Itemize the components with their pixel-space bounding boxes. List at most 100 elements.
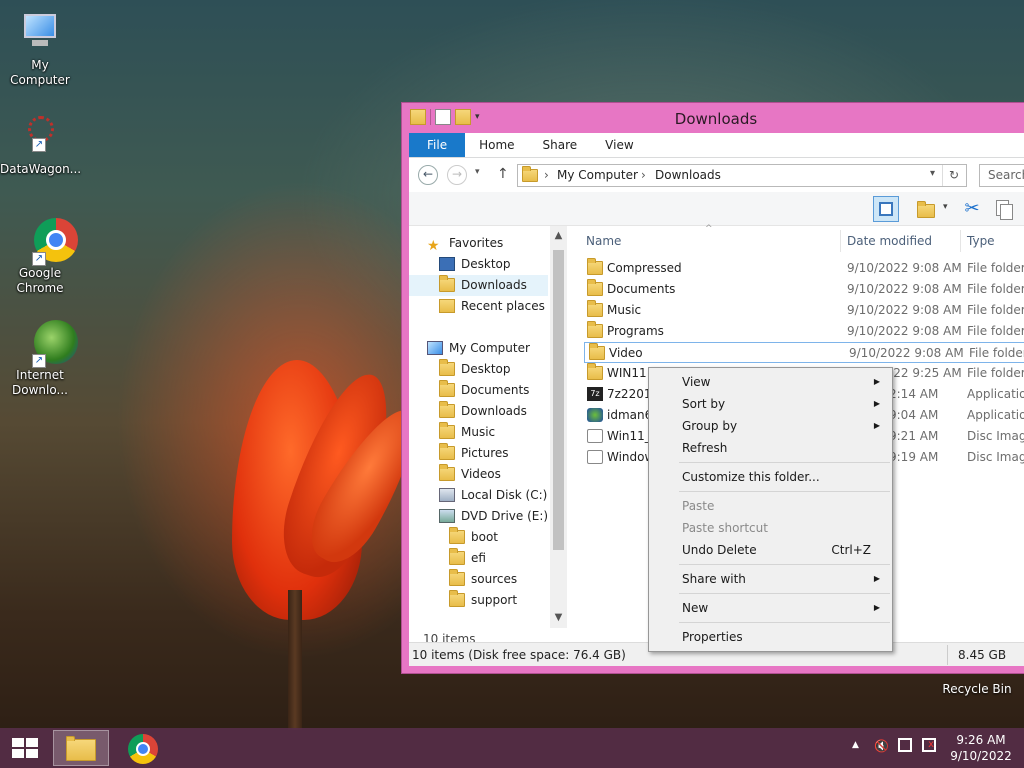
action-center-icon[interactable]: x <box>922 738 936 752</box>
folder-icon <box>439 442 455 460</box>
file-row[interactable]: Compressed 9/10/2022 9:08 AM File folder <box>583 258 1024 279</box>
menu-label: Customize this folder... <box>682 470 820 484</box>
file-row[interactable]: Programs 9/10/2022 9:08 AM File folder <box>583 321 1024 342</box>
tab-home[interactable]: Home <box>465 133 528 157</box>
nav-support[interactable]: support <box>449 589 518 611</box>
new-folder-button[interactable] <box>914 196 940 222</box>
cut-icon[interactable]: ✂ <box>959 196 985 222</box>
menu-item-properties[interactable]: Properties <box>651 626 890 648</box>
breadcrumb-downloads[interactable]: Downloads <box>655 168 721 182</box>
menu-label: Paste <box>682 499 715 513</box>
menu-item-refresh[interactable]: Refresh <box>651 437 890 459</box>
menu-item-group-by[interactable]: Group by ▶ <box>651 415 890 437</box>
address-bar[interactable]: › My Computer › Downloads ▾ ↻ <box>517 164 967 187</box>
desktop-icon-datawagon[interactable]: ↗ DataWagon... <box>0 114 81 177</box>
menu-item-paste[interactable]: Paste <box>651 495 890 517</box>
recent-places-icon <box>439 298 455 313</box>
nav-efi[interactable]: efi <box>449 547 486 569</box>
file-row-focused[interactable]: Video 9/10/2022 9:08 AM File folder <box>584 342 1024 363</box>
folder-icon <box>449 589 465 607</box>
menu-item-customize-folder[interactable]: Customize this folder... <box>651 466 890 488</box>
nav-label: Pictures <box>461 446 509 460</box>
nav-label: support <box>471 593 518 607</box>
search-input[interactable]: Search <box>979 164 1024 187</box>
column-header-type[interactable]: Type <box>967 234 995 248</box>
nav-music[interactable]: Music <box>439 421 496 443</box>
scroll-up-icon[interactable]: ▲ <box>553 230 564 242</box>
chrome-icon: ↗ <box>18 218 78 266</box>
menu-item-new[interactable]: New ▶ <box>651 597 890 619</box>
nav-scrollbar[interactable]: ▲ ▼ <box>550 226 567 628</box>
folder-icon <box>587 279 603 296</box>
nav-boot[interactable]: boot <box>449 526 498 548</box>
nav-local-disk[interactable]: Local Disk (C:) <box>439 485 547 506</box>
file-row[interactable]: Documents 9/10/2022 9:08 AM File folder <box>583 279 1024 300</box>
nav-documents[interactable]: Documents <box>439 379 529 401</box>
nav-label: Downloads <box>461 404 527 418</box>
menu-item-undo-delete[interactable]: Undo Delete Ctrl+Z <box>651 539 890 561</box>
sort-indicator-icon: ^ <box>705 224 713 234</box>
disc-image-icon <box>587 429 603 443</box>
copy-icon[interactable] <box>991 196 1017 222</box>
up-button[interactable]: ↑ <box>497 166 509 182</box>
address-dropdown-icon[interactable]: ▾ <box>930 168 935 179</box>
file-date: 9/10/2022 9:08 AM <box>847 261 962 275</box>
tab-file[interactable]: File <box>409 133 466 157</box>
start-button[interactable] <box>6 736 42 760</box>
nav-label: Music <box>461 425 496 439</box>
desktop-icon-my-computer[interactable]: My Computer <box>0 10 80 88</box>
menu-item-view[interactable]: View ▶ <box>651 371 890 393</box>
folder-icon <box>439 421 455 439</box>
submenu-arrow-icon: ▶ <box>873 421 880 430</box>
menu-label: Refresh <box>682 441 728 455</box>
tab-view[interactable]: View <box>591 133 647 157</box>
menu-item-paste-shortcut[interactable]: Paste shortcut <box>651 517 890 539</box>
ribbon-tabs: File Home Share View <box>409 133 1024 158</box>
recent-locations-chevron-icon[interactable]: ▾ <box>475 167 480 177</box>
menu-item-sort-by[interactable]: Sort by ▶ <box>651 393 890 415</box>
nav-favorites[interactable]: ★ Favorites <box>427 233 503 254</box>
nav-fav-recent-places[interactable]: Recent places <box>439 296 545 317</box>
menu-item-share-with[interactable]: Share with ▶ <box>651 568 890 590</box>
disc-image-icon <box>587 450 603 464</box>
nav-dvd-drive[interactable]: DVD Drive (E:) ES <box>439 506 567 527</box>
back-button[interactable]: ← <box>418 165 438 185</box>
scroll-down-icon[interactable]: ▼ <box>553 612 564 624</box>
nav-videos[interactable]: Videos <box>439 463 501 485</box>
nav-sources[interactable]: sources <box>449 568 517 590</box>
file-row[interactable]: Music 9/10/2022 9:08 AM File folder <box>583 300 1024 321</box>
options-dropdown-icon[interactable]: ▾ <box>943 202 948 212</box>
forward-button[interactable]: → <box>447 165 467 185</box>
volume-muted-icon[interactable]: 🔇 <box>874 739 889 753</box>
nav-desktop[interactable]: Desktop <box>439 358 511 380</box>
datawagon-icon: ↗ <box>18 114 62 158</box>
desktop-icon-internet-download-manager[interactable]: ↗ Internet Downlo... <box>0 320 80 398</box>
scroll-thumb[interactable] <box>553 250 564 550</box>
file-type: File folder <box>969 346 1024 360</box>
network-icon[interactable] <box>898 738 912 752</box>
downloads-folder-icon <box>522 166 538 182</box>
title-bar[interactable]: ▾ Downloads <box>402 103 1024 133</box>
nav-fav-downloads[interactable]: Downloads <box>409 274 548 296</box>
column-header-name[interactable]: Name <box>586 234 621 248</box>
desktop-icon-recycle-bin[interactable]: Recycle Bin <box>942 682 1012 696</box>
preview-pane-button[interactable] <box>873 196 899 222</box>
nav-downloads[interactable]: Downloads <box>439 400 527 422</box>
desktop-icon-google-chrome[interactable]: ↗ Google Chrome <box>0 218 80 296</box>
nav-pictures[interactable]: Pictures <box>439 442 509 464</box>
refresh-icon[interactable]: ↻ <box>949 168 959 182</box>
tab-share[interactable]: Share <box>529 133 592 157</box>
submenu-arrow-icon: ▶ <box>873 377 880 386</box>
taskbar-chrome[interactable] <box>115 730 171 766</box>
computer-icon <box>18 10 62 54</box>
nav-fav-desktop[interactable]: Desktop <box>439 254 511 275</box>
clock[interactable]: 9:26 AM 9/10/2022 <box>946 732 1016 764</box>
file-explorer-icon <box>66 736 96 761</box>
show-hidden-icons[interactable]: ▲ <box>852 740 859 750</box>
taskbar-file-explorer[interactable] <box>53 730 109 766</box>
breadcrumb-my-computer[interactable]: My Computer <box>557 168 638 182</box>
idm-icon: ↗ <box>18 320 78 368</box>
column-header-date[interactable]: Date modified <box>847 234 932 248</box>
nav-my-computer[interactable]: My Computer <box>427 338 530 359</box>
menu-label: Group by <box>682 419 738 433</box>
